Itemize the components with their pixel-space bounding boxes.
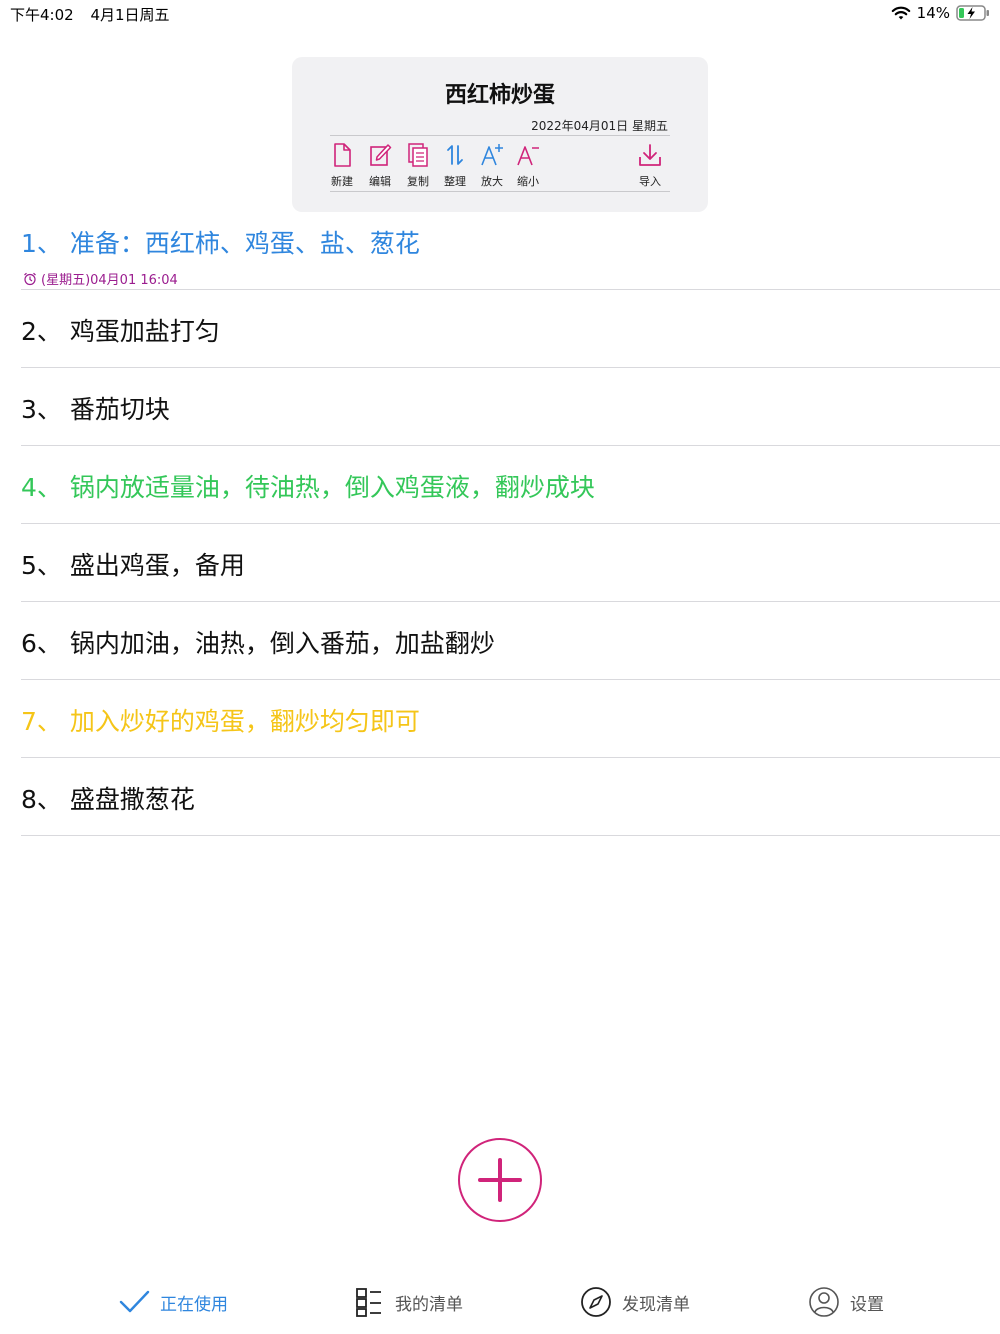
zoom-in-label: 放大	[481, 175, 503, 188]
sort-icon	[447, 145, 463, 165]
status-time: 下午4:02	[10, 6, 74, 24]
list-item[interactable]: 6、 锅内加油，油热，倒入番茄，加盐翻炒	[21, 602, 1000, 680]
battery-percent: 14%	[916, 4, 950, 22]
copy-button[interactable]: 复制	[400, 140, 436, 188]
new-label: 新建	[331, 175, 353, 188]
tab-label: 发现清单	[622, 1294, 690, 1315]
zoom-out-button[interactable]: 缩小	[510, 140, 546, 188]
font-increase-icon	[481, 144, 503, 166]
item-reminder: (星期五)04月01 16:04	[23, 269, 178, 288]
item-text: 7、 加入炒好的鸡蛋，翻炒均匀即可	[21, 707, 420, 736]
edit-button[interactable]: 编辑	[362, 140, 398, 188]
list-icon	[356, 1288, 381, 1317]
checklist: 1、 准备：西红柿、鸡蛋、盐、葱花 (星期五)04月01 16:04 2、 鸡蛋…	[21, 212, 1000, 836]
list-item[interactable]: 4、 锅内放适量油，待油热，倒入鸡蛋液，翻炒成块	[21, 446, 1000, 524]
add-item-button[interactable]	[458, 1138, 542, 1222]
new-button[interactable]: 新建	[324, 140, 360, 188]
list-item[interactable]: 3、 番茄切块	[21, 368, 1000, 446]
new-document-icon	[334, 143, 351, 167]
list-item[interactable]: 5、 盛出鸡蛋，备用	[21, 524, 1000, 602]
item-text: 1、 准备：西红柿、鸡蛋、盐、葱花	[21, 229, 420, 258]
status-date: 4月1日周五	[90, 6, 170, 24]
plus-icon	[478, 1158, 522, 1202]
compass-icon	[581, 1287, 611, 1317]
sort-label: 整理	[444, 175, 466, 188]
header-divider-bottom	[330, 191, 670, 192]
header-divider-top	[330, 135, 670, 136]
item-text: 8、 盛盘撒葱花	[21, 785, 195, 814]
reminder-time: (星期五)04月01 16:04	[41, 273, 178, 288]
status-right: 14%	[891, 4, 990, 22]
alarm-clock-icon	[24, 272, 36, 285]
copy-label: 复制	[407, 175, 429, 188]
person-icon	[809, 1287, 839, 1317]
item-text: 6、 锅内加油，油热，倒入番茄，加盐翻炒	[21, 629, 495, 658]
item-text: 2、 鸡蛋加盐打匀	[21, 317, 220, 346]
status-left: 下午4:02 4月1日周五	[10, 4, 182, 25]
note-header-card: 西红柿炒蛋 2022年04月01日 星期五 新建 编辑 复制 整理 放大 缩小 …	[292, 57, 708, 212]
zoom-in-button[interactable]: 放大	[474, 140, 510, 188]
checkmark-icon	[119, 1290, 150, 1313]
battery-icon	[956, 5, 989, 21]
note-toolbar: 新建 编辑 复制 整理 放大 缩小 导入	[330, 140, 670, 190]
edit-label: 编辑	[369, 175, 391, 188]
import-label: 导入	[639, 175, 661, 188]
wifi-icon	[891, 6, 910, 20]
note-date: 2022年04月01日 星期五	[531, 119, 668, 133]
status-bar: 下午4:02 4月1日周五 14%	[0, 0, 1000, 28]
list-item[interactable]: 8、 盛盘撒葱花	[21, 758, 1000, 836]
tab-in-use[interactable]: 正在使用	[118, 1278, 228, 1326]
font-decrease-icon	[517, 146, 539, 166]
tab-label: 正在使用	[160, 1294, 228, 1315]
list-item[interactable]: 2、 鸡蛋加盐打匀	[21, 290, 1000, 368]
note-title: 西红柿炒蛋	[444, 83, 555, 108]
tab-bar: 正在使用 我的清单 发现清单 设置	[0, 1278, 1000, 1334]
import-icon	[639, 144, 661, 166]
tab-my-lists[interactable]: 我的清单	[353, 1278, 463, 1326]
item-text: 4、 锅内放适量油，待油热，倒入鸡蛋液，翻炒成块	[21, 473, 595, 502]
import-button[interactable]: 导入	[632, 140, 668, 188]
sort-button[interactable]: 整理	[437, 140, 473, 188]
item-text: 3、 番茄切块	[21, 395, 170, 424]
tab-label: 设置	[850, 1294, 884, 1315]
item-text: 5、 盛出鸡蛋，备用	[21, 551, 245, 580]
edit-icon	[370, 144, 392, 166]
tab-label: 我的清单	[395, 1294, 463, 1315]
zoom-out-label: 缩小	[517, 175, 539, 188]
copy-icon	[408, 143, 428, 167]
list-item[interactable]: 7、 加入炒好的鸡蛋，翻炒均匀即可	[21, 680, 1000, 758]
tab-settings[interactable]: 设置	[808, 1278, 884, 1326]
list-item[interactable]: 1、 准备：西红柿、鸡蛋、盐、葱花 (星期五)04月01 16:04	[21, 212, 1000, 290]
tab-discover[interactable]: 发现清单	[580, 1278, 690, 1326]
